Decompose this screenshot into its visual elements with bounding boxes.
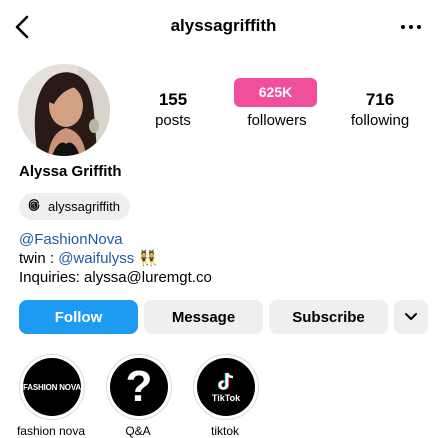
question-mark-icon: ?	[110, 358, 168, 416]
posts-count: 155	[158, 90, 188, 109]
tiktok-cover-text: TikTok	[211, 392, 241, 403]
profile-full-name: Alyssa Griffith	[19, 163, 122, 180]
highlight-label-tiktok: tiktok	[210, 424, 239, 438]
profile-username: alyssagriffith	[170, 16, 277, 35]
profile-bio: @FashionNova twin : @waifulyss 👯 Inquiri…	[19, 230, 212, 287]
message-button[interactable]: Message	[144, 300, 263, 334]
posts-stat[interactable]: 155 posts	[143, 90, 203, 129]
highlight-label-qa: Q&A	[125, 424, 151, 438]
chevron-down-icon	[404, 309, 418, 326]
threads-icon	[27, 198, 41, 215]
threads-link-chip[interactable]: alyssagriffith	[19, 193, 131, 220]
profile-avatar[interactable]	[18, 64, 110, 156]
highlight-label-fashion-nova: fashion nova	[16, 424, 86, 438]
follow-button[interactable]: Follow	[19, 300, 138, 334]
twins-emoji: 👯	[138, 250, 158, 267]
highlight-tiktok[interactable]: TikTok	[193, 354, 259, 420]
fashion-nova-cover-text: FASHION NOVA	[23, 382, 81, 392]
subscribe-button[interactable]: Subscribe	[269, 300, 388, 334]
threads-handle: alyssagriffith	[48, 199, 121, 214]
bio-mention-waifulyss[interactable]: @waifulyss	[58, 250, 134, 267]
posts-label: posts	[155, 112, 191, 129]
following-stat[interactable]: 716 following	[342, 90, 418, 129]
suggested-accounts-button[interactable]	[394, 300, 428, 334]
fashion-nova-logo-icon: FASHION NOVA	[23, 358, 81, 416]
bio-mention-fashionnova[interactable]: @FashionNova	[19, 231, 123, 248]
qa-cover-text: ?	[125, 362, 153, 411]
more-options-icon[interactable]	[398, 14, 424, 40]
followers-label: followers	[247, 112, 307, 129]
following-label: following	[350, 112, 410, 129]
bio-twin-prefix: twin :	[19, 250, 59, 267]
following-count: 716	[365, 90, 395, 109]
tiktok-logo-icon: TikTok	[197, 358, 255, 416]
followers-stat[interactable]: followers	[232, 90, 322, 129]
highlight-qa[interactable]: ?	[106, 354, 172, 420]
bio-inquiries: Inquiries: alyssa@luremgt.co	[19, 269, 212, 286]
highlight-fashion-nova[interactable]: FASHION NOVA	[19, 354, 85, 420]
